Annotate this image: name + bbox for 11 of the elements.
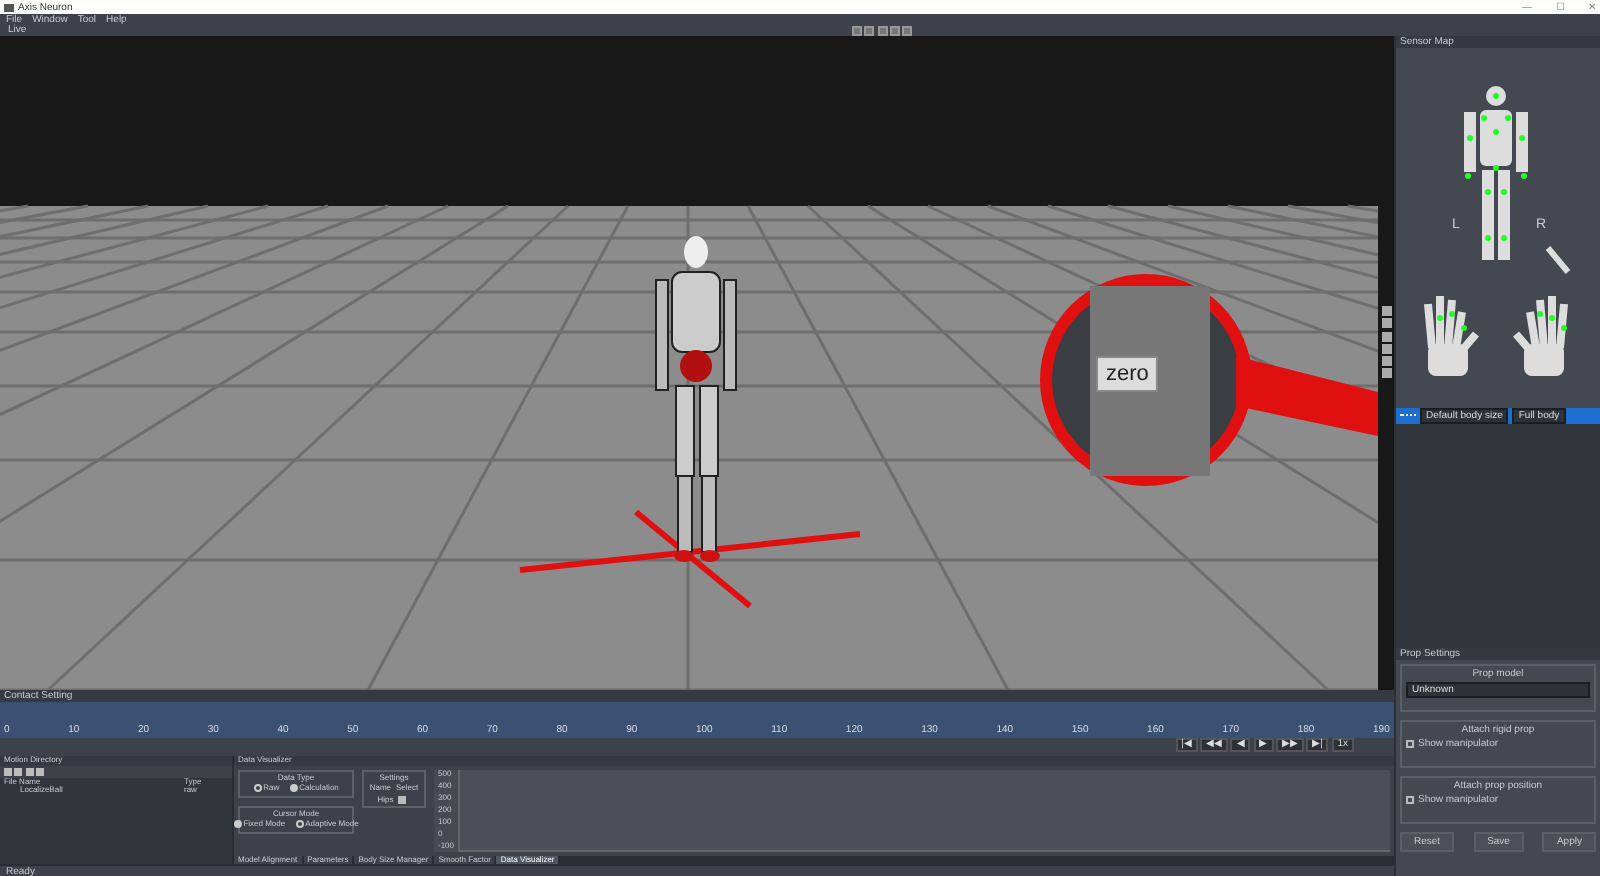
checkbox[interactable]: [1406, 795, 1414, 804]
radio-button[interactable]: [289, 784, 298, 793]
radio-button[interactable]: [253, 784, 262, 793]
pointer-arrow: [1236, 356, 1378, 436]
wave-icon[interactable]: [1400, 413, 1416, 419]
radio-button[interactable]: [295, 820, 304, 829]
zero-button[interactable]: zero: [1096, 356, 1159, 393]
radio-button[interactable]: [234, 820, 242, 829]
checkbox[interactable]: [398, 795, 407, 804]
app-logo-icon: [4, 3, 14, 11]
checkbox[interactable]: [1406, 739, 1414, 748]
